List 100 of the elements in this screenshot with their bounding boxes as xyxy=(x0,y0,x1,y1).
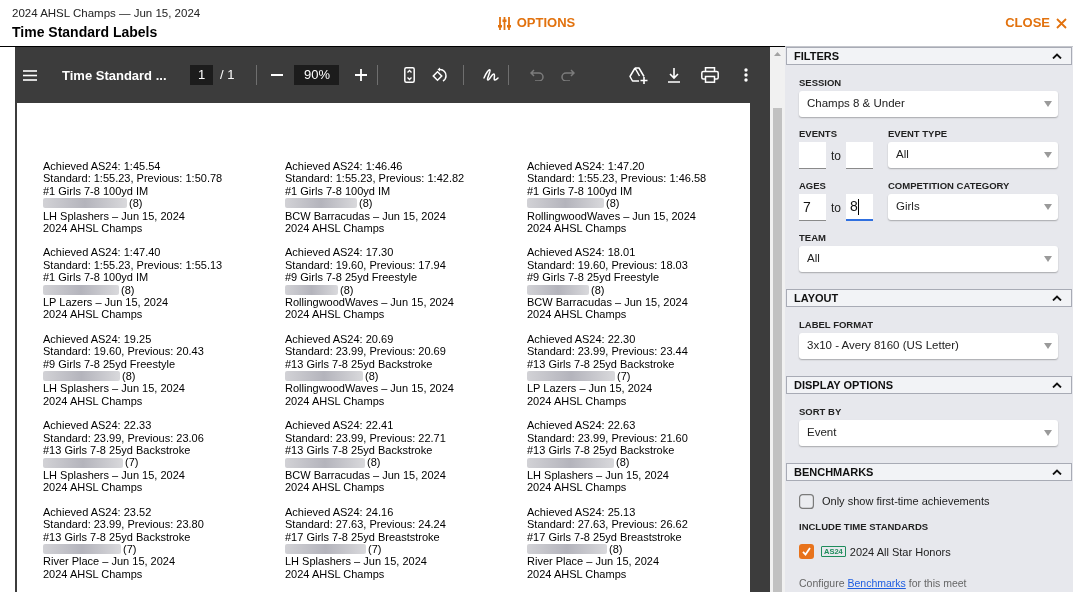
close-icon xyxy=(1056,17,1067,29)
more-vertical-icon[interactable] xyxy=(744,68,749,82)
meet-text: 2024 AHSL Champs xyxy=(527,222,627,235)
team-date-text: LH Splashers – Jun 15, 2024 xyxy=(527,468,669,482)
age-text: (7) xyxy=(617,370,631,383)
team-date-text: River Place – Jun 15, 2024 xyxy=(43,555,176,568)
triangle-plus-icon[interactable] xyxy=(629,66,649,84)
section-subheading: INCLUDE TIME STANDARDS xyxy=(799,520,929,533)
section-header[interactable]: BENCHMARKS xyxy=(786,463,1072,481)
field-label: COMPETITION CATEGORY xyxy=(888,180,1011,192)
page-number-field[interactable]: 1 xyxy=(190,65,213,85)
caret-down-icon xyxy=(1044,204,1052,210)
scrollbar-thumb[interactable] xyxy=(773,108,782,592)
checkbox-label: Only show first-time achievements xyxy=(822,494,990,509)
checkbox[interactable] xyxy=(799,493,814,509)
benchmarks-link[interactable]: Benchmarks xyxy=(847,577,906,589)
download-icon[interactable] xyxy=(667,67,682,83)
meet-text: 2024 AHSL Champs xyxy=(285,308,385,321)
event-text: #13 Girls 7-8 25yd Backstroke xyxy=(527,444,675,457)
age-text: (8) xyxy=(616,456,630,469)
standard-text: Standard: 19.60, Previous: 18.03 xyxy=(527,258,688,272)
meet-text: 2024 AHSL Champs xyxy=(43,567,143,581)
standard-text: Standard: 19.60, Previous: 17.94 xyxy=(285,258,446,272)
configure-note: Configure Benchmarks for this meet xyxy=(799,576,967,591)
input-field[interactable]: 8 xyxy=(846,194,873,221)
age-text: (8) xyxy=(129,197,143,210)
dropdown[interactable]: 3x10 - Avery 8160 (US Letter) xyxy=(799,333,1058,359)
input-field[interactable] xyxy=(846,142,873,169)
rotate-icon[interactable] xyxy=(432,67,449,83)
section-header[interactable]: DISPLAY OPTIONS xyxy=(786,376,1072,394)
sliders-icon xyxy=(497,16,511,30)
team-date-text: LP Lazers – Jun 15, 2024 xyxy=(527,382,653,395)
section-header[interactable]: LAYOUT xyxy=(786,289,1072,307)
standard-text: Standard: 27.63, Previous: 24.24 xyxy=(285,518,446,531)
achievement-text: Achieved AS24: 22.41 xyxy=(285,419,394,432)
dropdown[interactable]: All xyxy=(888,142,1058,168)
chevron-up-icon xyxy=(1052,469,1062,475)
age-text: (8) xyxy=(121,283,135,297)
checkbox[interactable] xyxy=(799,544,814,560)
dropdown[interactable]: Event xyxy=(799,420,1058,446)
print-icon[interactable] xyxy=(701,67,720,83)
document-title: Time Standard ... xyxy=(62,68,167,83)
team-date-text: BCW Barracudas – Jun 15, 2024 xyxy=(285,209,446,222)
meet-text: 2024 AHSL Champs xyxy=(527,394,627,408)
zoom-field[interactable]: 90% xyxy=(294,65,340,85)
chevron-up-icon xyxy=(1052,382,1062,388)
team-date-text: River Place – Jun 15, 2024 xyxy=(527,555,660,568)
achievement-text: Achieved AS24: 20.69 xyxy=(285,332,394,346)
achievement-text: Achieved AS24: 22.63 xyxy=(527,419,636,432)
blurred-name xyxy=(527,284,589,295)
age-text: (7) xyxy=(123,542,137,556)
event-text: #1 Girls 7-8 100yd IM xyxy=(43,271,149,284)
page-total: / 1 xyxy=(220,66,235,85)
caret-down-icon xyxy=(1044,343,1052,349)
range-separator: to xyxy=(831,199,841,217)
blurred-name xyxy=(285,284,338,295)
achievement-text: Achieved AS24: 19.25 xyxy=(43,332,152,346)
achievement-text: Achieved AS24: 1:45.54 xyxy=(43,160,161,173)
dropdown[interactable]: Champs 8 & Under xyxy=(799,91,1058,117)
caret-down-icon xyxy=(1044,101,1052,107)
team-date-text: LH Splashers – Jun 15, 2024 xyxy=(43,382,185,395)
standard-text: Standard: 1:55.23, Previous: 1:42.82 xyxy=(285,172,465,185)
achievement-text: Achieved AS24: 23.52 xyxy=(43,505,152,519)
dropdown[interactable]: All xyxy=(799,246,1058,272)
input-field[interactable]: 7 xyxy=(799,194,826,221)
standard-text: Standard: 23.99, Previous: 23.80 xyxy=(43,518,204,531)
standard-text: Standard: 23.99, Previous: 20.69 xyxy=(285,345,446,358)
achievement-text: Achieved AS24: 22.33 xyxy=(43,419,152,432)
event-text: #1 Girls 7-8 100yd IM xyxy=(43,184,149,198)
event-text: #17 Girls 7-8 25yd Breaststroke xyxy=(527,530,682,543)
pen-scribble-icon[interactable] xyxy=(483,68,500,82)
achievement-text: Achieved AS24: 1:47.20 xyxy=(527,160,645,173)
meet-text: 2024 AHSL Champs xyxy=(527,481,627,494)
input-field[interactable] xyxy=(799,142,826,169)
standard-text: Standard: 1:55.23, Previous: 1:55.13 xyxy=(43,258,223,272)
age-text: (8) xyxy=(367,456,381,469)
fit-page-icon[interactable] xyxy=(404,67,416,83)
meet-text: 2024 AHSL Champs xyxy=(43,222,143,235)
plus-icon[interactable] xyxy=(355,69,368,81)
achievement-text: Achieved AS24: 22.30 xyxy=(527,332,636,346)
age-text: (8) xyxy=(609,542,623,556)
standard-text: Standard: 1:55.23, Previous: 1:46.58 xyxy=(527,172,707,185)
meet-text: 2024 AHSL Champs xyxy=(285,394,385,408)
meet-text: 2024 AHSL Champs xyxy=(285,481,385,494)
age-text: (7) xyxy=(125,456,139,469)
field-label: AGES xyxy=(799,180,827,192)
caret-down-icon xyxy=(1044,256,1052,262)
achievement-text: Achieved AS24: 24.16 xyxy=(285,505,394,519)
age-text: (7) xyxy=(368,542,382,556)
section-header[interactable]: FILTERS xyxy=(786,47,1072,65)
standard-text: Standard: 23.99, Previous: 22.71 xyxy=(285,431,446,445)
dropdown[interactable]: Girls xyxy=(888,194,1058,220)
event-text: #1 Girls 7-8 100yd IM xyxy=(527,184,633,198)
achievement-text: Achieved AS24: 1:46.46 xyxy=(285,160,403,173)
team-date-text: RollingwoodWaves – Jun 15, 2024 xyxy=(285,382,454,395)
meet-text: 2024 AHSL Champs xyxy=(43,394,143,408)
field-label: TEAM xyxy=(799,232,827,244)
minus-icon[interactable] xyxy=(271,74,284,76)
field-label: EVENT TYPE xyxy=(888,128,949,140)
menu-icon[interactable] xyxy=(23,69,37,81)
